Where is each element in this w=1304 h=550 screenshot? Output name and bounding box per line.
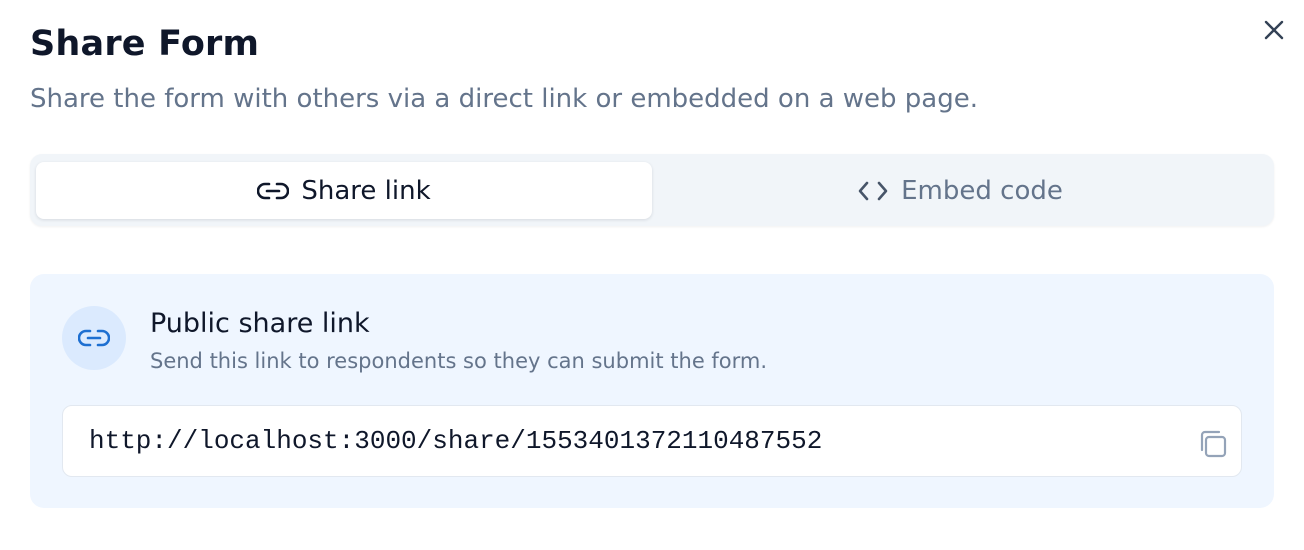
panel-description: Send this link to respondents so they ca…	[150, 349, 768, 373]
panel-icon-badge	[62, 306, 126, 370]
share-form-dialog: Share Form Share the form with others vi…	[0, 0, 1304, 550]
share-link-panel: Public share link Send this link to resp…	[30, 274, 1274, 508]
code-icon	[858, 181, 888, 200]
copy-link-button[interactable]	[1195, 426, 1231, 462]
panel-title: Public share link	[150, 308, 370, 339]
tab-share-link-label: Share link	[301, 175, 431, 206]
tab-embed-code[interactable]: Embed code	[652, 162, 1268, 219]
link-icon	[78, 329, 110, 347]
share-tabs: Share link Embed code	[30, 154, 1274, 226]
tab-embed-code-label: Embed code	[901, 175, 1063, 206]
share-url-field[interactable]: http://localhost:3000/share/155340137211…	[62, 405, 1242, 477]
share-url-text: http://localhost:3000/share/155340137211…	[89, 426, 823, 456]
tab-share-link[interactable]: Share link	[36, 162, 652, 219]
dialog-subtitle: Share the form with others via a direct …	[30, 84, 978, 114]
close-icon	[1264, 20, 1284, 40]
dialog-title: Share Form	[30, 24, 260, 64]
close-button[interactable]	[1258, 14, 1290, 46]
copy-icon	[1200, 430, 1227, 458]
link-icon	[257, 182, 290, 199]
